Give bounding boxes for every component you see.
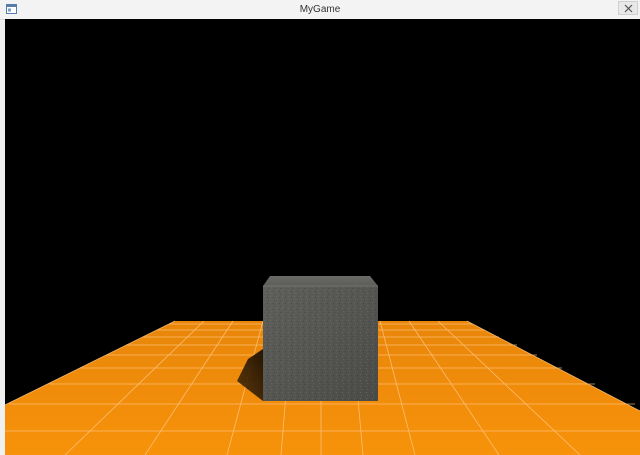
scene-canvas [5,276,640,455]
game-viewport[interactable] [5,19,640,455]
window-title: MyGame [299,4,341,15]
game-window: MyGame [0,0,640,455]
title-bar[interactable]: MyGame [0,0,640,20]
stone-cube[interactable] [263,276,378,401]
cube-texture [263,286,378,401]
close-icon [624,4,633,13]
close-button[interactable] [618,1,638,15]
cube-top-face [263,276,378,286]
